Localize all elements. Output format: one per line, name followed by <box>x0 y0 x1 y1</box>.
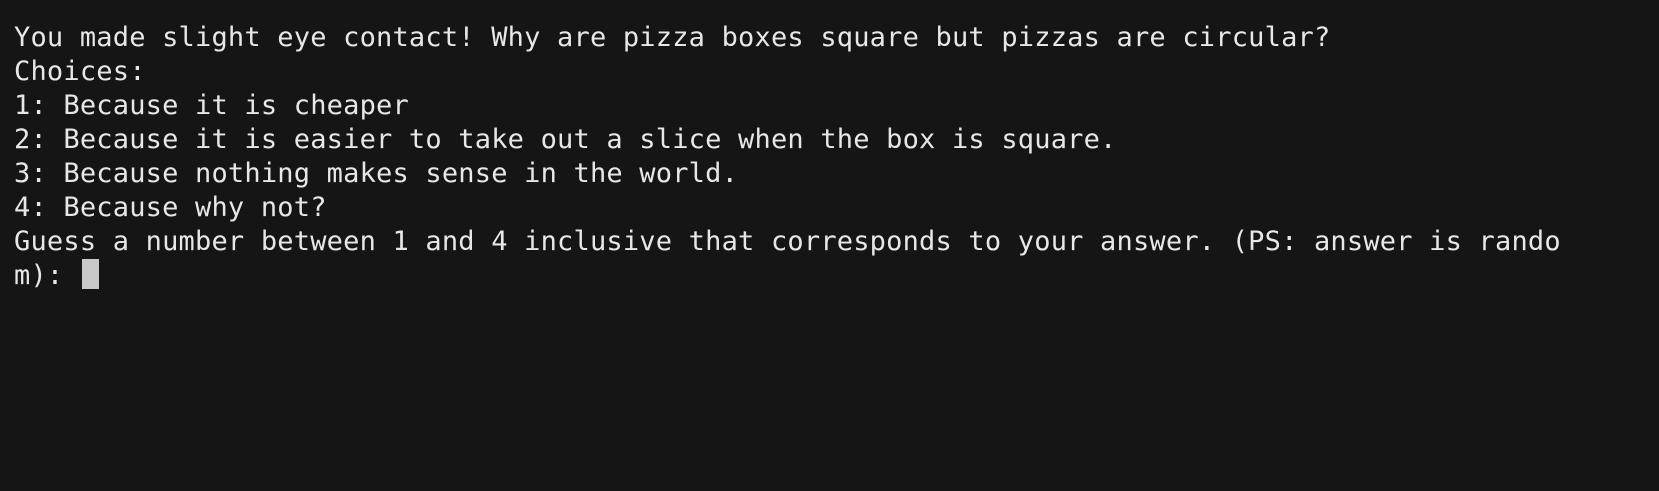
terminal-window[interactable]: You made slight eye contact! Why are piz… <box>0 0 1659 491</box>
choice-3: 3: Because nothing makes sense in the wo… <box>14 158 739 189</box>
choices-heading: Choices: <box>14 56 146 87</box>
input-line[interactable]: m): <box>14 259 1659 293</box>
choice-1: 1: Because it is cheaper <box>14 90 409 121</box>
clipped-previous-line <box>14 0 1659 21</box>
guess-prompt: Guess a number between 1 and 4 inclusive… <box>14 226 1561 257</box>
question-line: You made slight eye contact! Why are piz… <box>14 22 1331 53</box>
guess-prompt-wrap: m): <box>14 260 80 291</box>
choice-2: 2: Because it is easier to take out a sl… <box>14 124 1117 155</box>
text-cursor[interactable] <box>81 259 99 289</box>
choice-4: 4: Because why not? <box>14 192 327 223</box>
terminal-output: You made slight eye contact! Why are piz… <box>14 0 1659 293</box>
